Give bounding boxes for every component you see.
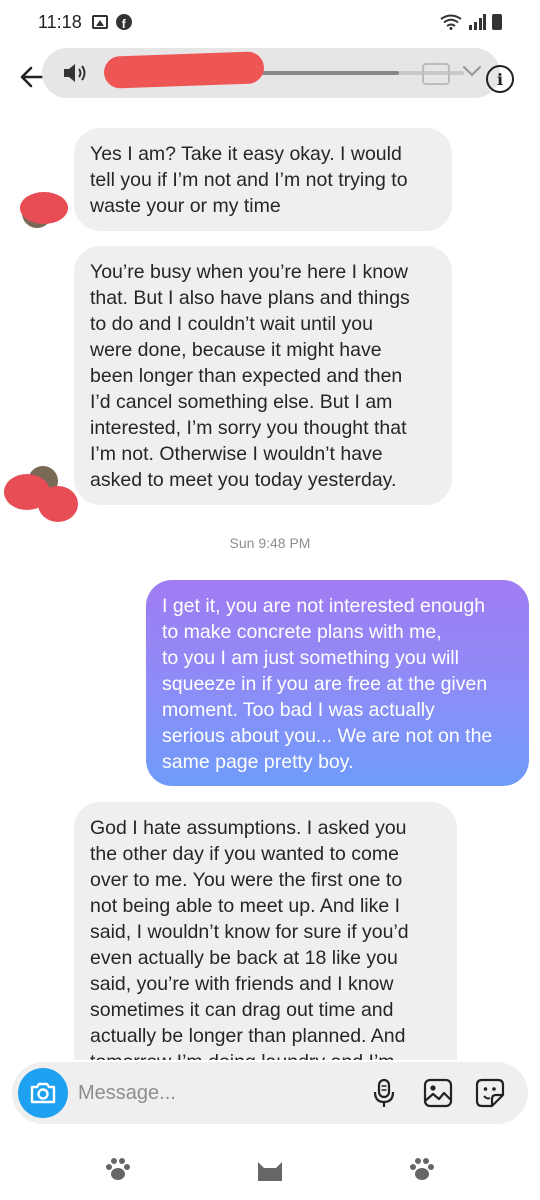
speaker-icon[interactable]: [62, 61, 90, 85]
info-icon[interactable]: i: [486, 65, 514, 93]
chevron-down-icon[interactable]: [462, 64, 482, 78]
message-input[interactable]: [78, 1078, 348, 1108]
status-time: 11:18: [38, 11, 82, 32]
signal-icon: [469, 14, 486, 30]
message-composer: [12, 1062, 528, 1124]
status-bar: 11:18 f: [0, 0, 540, 44]
cat-icon[interactable]: [255, 1154, 285, 1184]
redacted-name: [103, 51, 265, 89]
battery-icon: [492, 14, 502, 30]
chat-header: i: [0, 44, 540, 108]
message-bubble-incoming[interactable]: Yes I am? Take it easy okay. I would tel…: [74, 128, 452, 231]
facebook-icon: f: [115, 14, 132, 30]
gallery-icon: [91, 15, 108, 29]
message-thread[interactable]: Yes I am? Take it easy okay. I would tel…: [0, 108, 540, 1060]
paw-icon[interactable]: [103, 1154, 133, 1184]
avatar[interactable]: [20, 192, 70, 232]
media-player-bar[interactable]: [42, 48, 500, 98]
avatar[interactable]: [4, 464, 80, 524]
sticker-icon[interactable]: [474, 1077, 506, 1109]
picture-in-picture-icon[interactable]: [422, 63, 450, 85]
wifi-icon: [440, 14, 462, 30]
message-bubble-outgoing[interactable]: I get it, you are not interested enough …: [146, 580, 529, 786]
bottom-navigation: [0, 1140, 540, 1200]
message-bubble-incoming[interactable]: You’re busy when you’re here I know that…: [74, 246, 452, 505]
camera-button[interactable]: [18, 1068, 68, 1118]
message-timestamp: Sun 9:48 PM: [229, 535, 311, 551]
microphone-icon[interactable]: [368, 1077, 400, 1109]
gallery-icon[interactable]: [422, 1077, 454, 1109]
message-bubble-incoming[interactable]: God I hate assumptions. I asked you the …: [74, 802, 457, 1060]
paw-icon[interactable]: [407, 1154, 437, 1184]
camera-icon: [30, 1082, 56, 1104]
